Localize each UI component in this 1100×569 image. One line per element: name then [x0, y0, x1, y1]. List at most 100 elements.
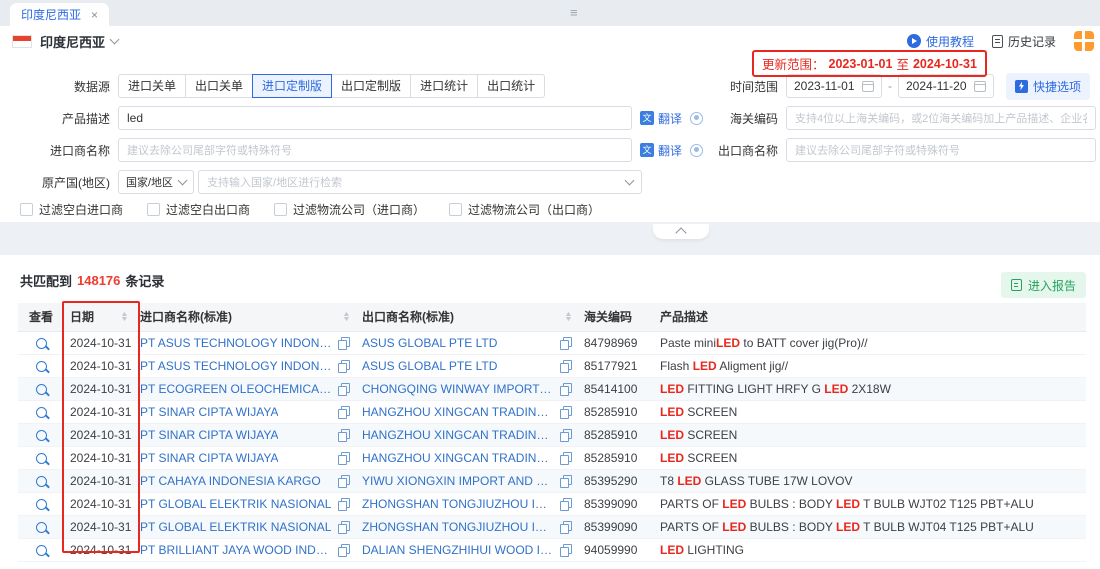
- exact-match-toggle-icon[interactable]: [690, 112, 703, 125]
- sort-icon[interactable]: ▲▼: [121, 312, 128, 322]
- importer-link[interactable]: PT ECOGREEN OLEOCHEMICALS: [140, 382, 332, 396]
- exporter-link[interactable]: YIWU XIONGXIN IMPORT AND EXPORT...: [362, 474, 554, 488]
- origin-type-select[interactable]: 国家/地区: [118, 170, 194, 194]
- copy-icon[interactable]: [338, 360, 350, 372]
- source-tab-6[interactable]: 出口统计: [477, 74, 545, 98]
- country-tab[interactable]: 印度尼西亚 ×: [10, 3, 109, 26]
- copy-icon[interactable]: [338, 429, 350, 441]
- importer-link[interactable]: PT GLOBAL ELEKTRIK NASIONAL: [140, 497, 331, 511]
- exporter-link[interactable]: HANGZHOU XINGCAN TRADING CO LTD: [362, 428, 554, 442]
- enter-report-button[interactable]: 进入报告: [1001, 272, 1086, 298]
- copy-icon[interactable]: [560, 521, 572, 533]
- copy-icon[interactable]: [338, 544, 350, 556]
- importer-link[interactable]: PT CAHAYA INDONESIA KARGO: [140, 474, 321, 488]
- copy-icon[interactable]: [560, 544, 572, 556]
- importer-link[interactable]: PT ASUS TECHNOLOGY INDONESIA BA...: [140, 336, 332, 350]
- report-label: 进入报告: [1028, 277, 1076, 294]
- source-tab-5[interactable]: 进口统计: [410, 74, 478, 98]
- source-tab-3[interactable]: 进口定制版: [252, 74, 332, 98]
- source-tab-4[interactable]: 出口定制版: [331, 74, 411, 98]
- importer-link[interactable]: PT SINAR CIPTA WIJAYA: [140, 451, 278, 465]
- exporter-link[interactable]: ZHONGSHAN TONGJIUZHOU INTERNA...: [362, 497, 554, 511]
- view-detail-icon[interactable]: [36, 453, 47, 464]
- exporter-link[interactable]: HANGZHOU XINGCAN TRADING CO LTD: [362, 405, 554, 419]
- chevron-down-icon[interactable]: [110, 35, 120, 45]
- translate-button[interactable]: 翻译: [640, 142, 682, 159]
- origin-search-input[interactable]: [207, 175, 620, 189]
- sort-icon[interactable]: ▲▼: [343, 312, 350, 322]
- date-from-input[interactable]: 2023-11-01: [786, 74, 882, 98]
- copy-icon[interactable]: [560, 360, 572, 372]
- col-importer[interactable]: 进口商名称(标准)▲▼: [134, 303, 356, 331]
- col-date[interactable]: 日期▲▼: [64, 303, 134, 331]
- hs-code-cell: 94059990: [578, 538, 654, 561]
- col-exporter[interactable]: 出口商名称(标准)▲▼: [356, 303, 578, 331]
- date-to-input[interactable]: 2024-11-20: [898, 74, 994, 98]
- copy-icon[interactable]: [560, 498, 572, 510]
- tutorial-link[interactable]: 使用教程: [907, 33, 974, 50]
- source-tab-1[interactable]: 进口关单: [118, 74, 186, 98]
- exporter-link[interactable]: CHONGQING WINWAY IMPORT AND E...: [362, 382, 554, 396]
- exporter-link[interactable]: HANGZHOU XINGCAN TRADING CO LTD: [362, 451, 554, 465]
- importer-link[interactable]: PT ASUS TECHNOLOGY INDONESIA BA...: [140, 359, 332, 373]
- importer-input[interactable]: [118, 138, 632, 162]
- filter-checkboxes: 过滤空白进口商 过滤空白出口商 过滤物流公司（进口商） 过滤物流公司（出口商）: [0, 202, 1100, 216]
- history-link[interactable]: 历史记录: [992, 33, 1056, 50]
- exporter-input[interactable]: [786, 138, 1096, 162]
- translate-button[interactable]: 翻译: [640, 110, 682, 127]
- tab-list-icon[interactable]: ≡: [570, 5, 578, 20]
- copy-icon[interactable]: [338, 337, 350, 349]
- view-detail-icon[interactable]: [36, 430, 47, 441]
- sort-icon[interactable]: ▲▼: [565, 312, 572, 322]
- view-detail-icon[interactable]: [36, 499, 47, 510]
- collapse-panel-button[interactable]: [653, 224, 709, 239]
- date-cell: 2024-10-31: [64, 538, 134, 561]
- copy-icon[interactable]: [338, 498, 350, 510]
- view-detail-icon[interactable]: [36, 522, 47, 533]
- view-detail-icon[interactable]: [36, 476, 47, 487]
- view-detail-icon[interactable]: [36, 407, 47, 418]
- copy-icon[interactable]: [338, 452, 350, 464]
- gift-icon[interactable]: [1074, 31, 1094, 51]
- checkbox-icon[interactable]: [449, 203, 462, 216]
- quick-options-button[interactable]: 快捷选项: [1006, 73, 1090, 100]
- filter-checkbox-1[interactable]: 过滤空白进口商: [20, 201, 123, 218]
- exporter-link[interactable]: ASUS GLOBAL PTE LTD: [362, 336, 497, 350]
- source-tab-2[interactable]: 出口关单: [185, 74, 253, 98]
- importer-link[interactable]: PT BRILLIANT JAYA WOOD INDUSTRY: [140, 543, 332, 557]
- copy-icon[interactable]: [560, 429, 572, 441]
- chevron-down-icon[interactable]: [625, 176, 635, 186]
- copy-icon[interactable]: [560, 406, 572, 418]
- copy-icon[interactable]: [560, 383, 572, 395]
- product-desc-input[interactable]: [118, 106, 632, 130]
- copy-icon[interactable]: [338, 406, 350, 418]
- view-detail-icon[interactable]: [36, 361, 47, 372]
- exporter-link[interactable]: DALIAN SHENGZHIHUI WOOD INDUST...: [362, 543, 554, 557]
- exporter-link[interactable]: ZHONGSHAN TONGJIUZHOU INTERNA...: [362, 520, 554, 534]
- view-detail-icon[interactable]: [36, 384, 47, 395]
- checkbox-icon[interactable]: [20, 203, 33, 216]
- importer-link[interactable]: PT SINAR CIPTA WIJAYA: [140, 428, 278, 442]
- copy-icon[interactable]: [338, 521, 350, 533]
- country-name[interactable]: 印度尼西亚: [40, 32, 105, 51]
- copy-icon[interactable]: [338, 383, 350, 395]
- importer-link[interactable]: PT GLOBAL ELEKTRIK NASIONAL: [140, 520, 331, 534]
- filter-checkbox-4[interactable]: 过滤物流公司（出口商）: [449, 201, 600, 218]
- importer-label: 进口商名称: [0, 142, 118, 159]
- close-icon[interactable]: ×: [91, 9, 98, 21]
- checkbox-icon[interactable]: [147, 203, 160, 216]
- filter-checkbox-3[interactable]: 过滤物流公司（进口商）: [274, 201, 425, 218]
- filter-checkbox-2[interactable]: 过滤空白出口商: [147, 201, 250, 218]
- product-desc-cell: PARTS OF LED BULBS : BODY LED T BULB WJT…: [654, 492, 1086, 515]
- view-detail-icon[interactable]: [36, 338, 47, 349]
- copy-icon[interactable]: [338, 475, 350, 487]
- hs-code-input[interactable]: [786, 106, 1096, 130]
- exact-match-toggle-icon[interactable]: [690, 144, 703, 157]
- importer-link[interactable]: PT SINAR CIPTA WIJAYA: [140, 405, 278, 419]
- view-detail-icon[interactable]: [36, 545, 47, 556]
- copy-icon[interactable]: [560, 452, 572, 464]
- copy-icon[interactable]: [560, 475, 572, 487]
- checkbox-icon[interactable]: [274, 203, 287, 216]
- exporter-link[interactable]: ASUS GLOBAL PTE LTD: [362, 359, 497, 373]
- copy-icon[interactable]: [560, 337, 572, 349]
